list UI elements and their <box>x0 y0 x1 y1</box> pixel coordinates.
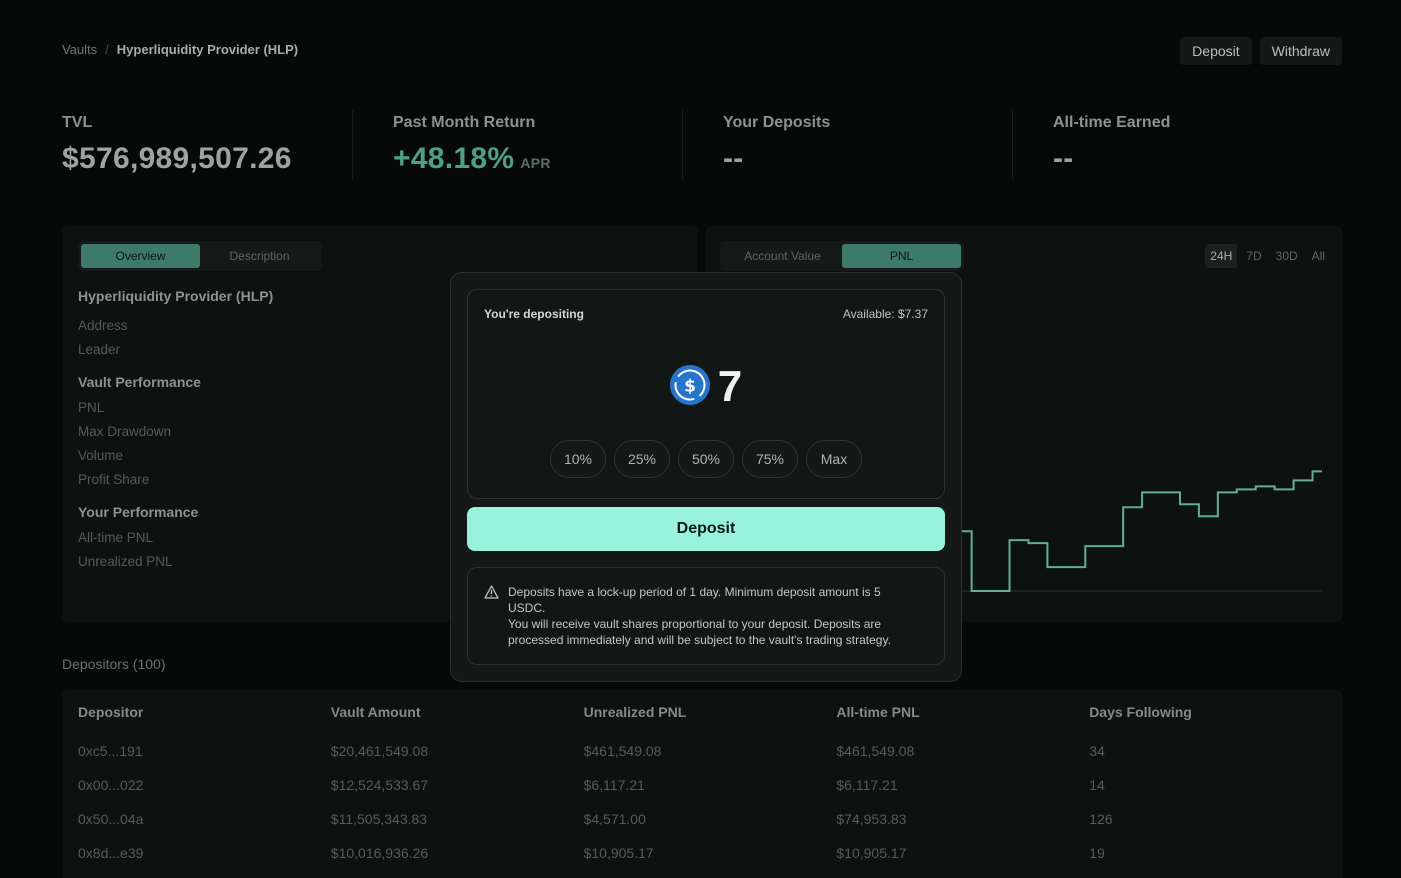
pct-10-button[interactable]: 10% <box>550 440 606 478</box>
cell-days: 14 <box>1089 777 1105 793</box>
col-days-following[interactable]: Days Following <box>1089 704 1342 720</box>
alltime-pnl-label: All-time PNL <box>78 530 154 545</box>
pnl-label: PNL <box>78 400 105 415</box>
header-withdraw-button[interactable]: Withdraw <box>1259 37 1342 65</box>
cell-depositor[interactable]: 0x00...022 <box>78 777 331 793</box>
percent-buttons: 10% 25% 50% 75% Max <box>468 440 944 478</box>
breadcrumb-current: Hyperliquidity Provider (HLP) <box>116 42 299 57</box>
table-row: 0x50...04a $11,505,343.83 $4,571.00 $74,… <box>62 802 1342 836</box>
cell-unrealized-pnl: $10,905.17 <box>583 845 654 861</box>
cell-depositor[interactable]: 0x8d...e39 <box>78 845 331 861</box>
vault-name: Hyperliquidity Provider (HLP) <box>78 288 274 304</box>
tab-description[interactable]: Description <box>200 244 319 268</box>
amount-box: You're depositing Available: $7.37 $ 7 1… <box>467 289 945 499</box>
cell-days: 19 <box>1089 845 1105 861</box>
table-row: 0x00...022 $12,524,533.67 $6,117.21 $6,1… <box>62 768 1342 802</box>
warning-icon <box>484 585 499 604</box>
notice-text: Deposits have a lock-up period of 1 day.… <box>508 584 918 648</box>
pct-50-button[interactable]: 50% <box>678 440 734 478</box>
cell-vault-amount: $10,016,936.26 <box>330 845 429 861</box>
col-alltime-pnl[interactable]: All-time PNL <box>836 704 1089 720</box>
your-deposits-value: -- <box>723 142 744 175</box>
cell-alltime-pnl: $74,953.83 <box>836 811 907 827</box>
stats-row: TVL $576,989,507.26 Past Month Return +4… <box>62 110 1342 180</box>
notice-lockup: Deposits have a lock-up period of 1 day.… <box>508 585 881 615</box>
tab-overview[interactable]: Overview <box>81 244 200 268</box>
vault-performance-heading: Vault Performance <box>78 374 201 390</box>
table-header: Depositor Vault Amount Unrealized PNL Al… <box>62 690 1342 734</box>
table-row: 0x8d...e39 $10,016,936.26 $10,905.17 $10… <box>62 836 1342 870</box>
notice-shares: You will receive vault shares proportion… <box>508 617 891 647</box>
cell-depositor[interactable]: 0xc5...191 <box>78 743 331 759</box>
cell-alltime-pnl: $6,117.21 <box>836 777 898 793</box>
notice-box: Deposits have a lock-up period of 1 day.… <box>467 567 945 665</box>
return-value-wrap: +48.18% APR <box>393 142 682 176</box>
cell-unrealized-pnl: $461,549.08 <box>583 743 662 759</box>
depositors-table: Depositor Vault Amount Unrealized PNL Al… <box>62 690 1342 878</box>
pct-25-button[interactable]: 25% <box>614 440 670 478</box>
volume-label: Volume <box>78 448 124 463</box>
cell-unrealized-pnl: $4,571.00 <box>583 811 646 827</box>
profit-share-label: Profit Share <box>78 472 150 487</box>
earned-label: All-time Earned <box>1053 114 1171 131</box>
deposit-submit-button[interactable]: Deposit <box>467 507 945 551</box>
return-label: Past Month Return <box>393 114 536 131</box>
earned-stat: All-time Earned -- <box>1012 110 1342 180</box>
breadcrumb-vaults-link[interactable]: Vaults <box>62 42 97 57</box>
deposit-modal: You're depositing Available: $7.37 $ 7 1… <box>450 272 962 682</box>
depositing-label: You're depositing <box>484 307 584 321</box>
deposit-amount-input[interactable]: 7 <box>718 362 742 412</box>
svg-text:$: $ <box>684 376 696 396</box>
your-performance-heading: Your Performance <box>78 504 199 520</box>
cell-unrealized-pnl: $6,117.21 <box>583 777 645 793</box>
tvl-value: $576,989,507.26 <box>62 142 292 175</box>
earned-value: -- <box>1053 142 1074 175</box>
return-unit: APR <box>520 155 551 171</box>
cell-vault-amount: $20,461,549.08 <box>330 743 429 759</box>
unrealized-pnl-label: Unrealized PNL <box>78 554 173 569</box>
pct-max-button[interactable]: Max <box>806 440 862 478</box>
tvl-stat: TVL $576,989,507.26 <box>62 110 352 180</box>
your-deposits-label: Your Deposits <box>723 114 831 131</box>
address-label: Address <box>78 318 128 333</box>
cell-days: 126 <box>1089 811 1113 827</box>
col-depositor[interactable]: Depositor <box>78 704 331 720</box>
cell-alltime-pnl: $461,549.08 <box>836 743 915 759</box>
usdc-icon: $ <box>669 364 710 410</box>
breadcrumb: Vaults / Hyperliquidity Provider (HLP) <box>62 42 298 57</box>
header-deposit-button[interactable]: Deposit <box>1180 37 1252 65</box>
overview-tabs: Overview Description <box>78 241 322 271</box>
breadcrumb-separator: / <box>105 42 109 57</box>
leader-label: Leader <box>78 342 121 357</box>
table-row: 0xc5...191 $20,461,549.08 $461,549.08 $4… <box>62 734 1342 768</box>
available-balance: Available: $7.37 <box>842 307 928 321</box>
vault-info: Hyperliquidity Provider (HLP) Address Le… <box>78 288 273 578</box>
cell-days: 34 <box>1089 743 1105 759</box>
max-drawdown-label: Max Drawdown <box>78 424 172 439</box>
cell-alltime-pnl: $10,905.17 <box>836 845 907 861</box>
return-stat: Past Month Return +48.18% APR <box>352 110 682 180</box>
top-actions: Deposit Withdraw <box>1180 37 1342 65</box>
cell-vault-amount: $11,505,343.83 <box>330 811 428 827</box>
pct-75-button[interactable]: 75% <box>742 440 798 478</box>
return-value: +48.18% <box>393 142 515 175</box>
col-unrealized-pnl[interactable]: Unrealized PNL <box>584 704 837 720</box>
col-vault-amount[interactable]: Vault Amount <box>331 704 584 720</box>
depositors-title: Depositors (100) <box>62 656 166 672</box>
amount-display: $ 7 <box>468 362 944 412</box>
cell-depositor[interactable]: 0x50...04a <box>78 811 331 827</box>
cell-vault-amount: $12,524,533.67 <box>330 777 429 793</box>
tvl-label: TVL <box>62 114 93 131</box>
your-deposits-stat: Your Deposits -- <box>682 110 1012 180</box>
